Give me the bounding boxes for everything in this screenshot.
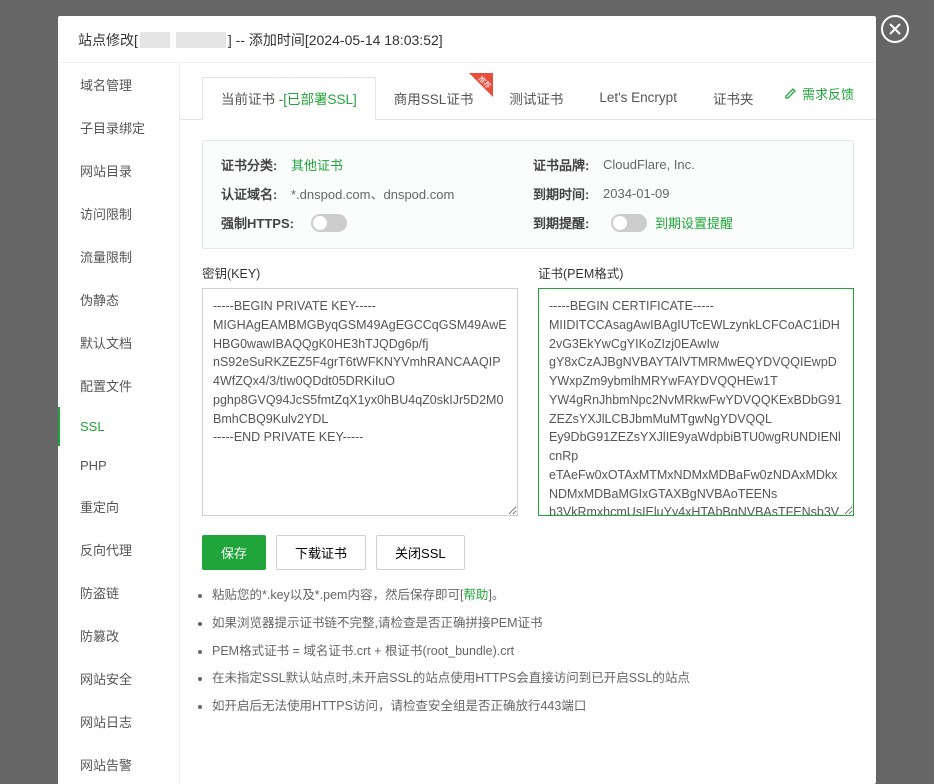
sidebar-item-6[interactable]: 默认文档 (58, 321, 179, 364)
sidebar-item-14[interactable]: 网站安全 (58, 657, 179, 700)
note-item: 粘贴您的*.key以及*.pem内容，然后保存即可[帮助]。 (212, 586, 854, 605)
cert-domain-value: *.dnspod.com、dnspod.com (291, 184, 454, 203)
sidebar-item-9[interactable]: PHP (58, 446, 179, 485)
help-link[interactable]: 帮助 (463, 588, 488, 602)
note-item: 如开启后无法使用HTTPS访问，请检查安全组是否正确放行443端口 (212, 697, 854, 716)
cert-type-value: 其他证书 (291, 155, 343, 174)
sidebar-item-4[interactable]: 流量限制 (58, 235, 179, 278)
cert-type-label: 证书分类: (221, 155, 291, 174)
site-edit-modal: 站点修改[ x x ] -- 添加时间[2024-05-14 18:03:52]… (58, 16, 876, 784)
expire-remind-label: 到期提醒: (533, 213, 603, 232)
recommend-badge-icon: 推荐 (469, 73, 493, 97)
download-cert-button[interactable]: 下载证书 (276, 535, 366, 570)
feedback-link[interactable]: 需求反馈 (784, 84, 854, 113)
sidebar-item-8[interactable]: SSL (58, 407, 179, 446)
feedback-label: 需求反馈 (802, 84, 854, 103)
title-prefix: 站点修改[ (78, 30, 138, 50)
cert-label: 证书(PEM格式) (538, 263, 854, 282)
cert-expire-value: 2034-01-09 (603, 186, 670, 201)
modal-title: 站点修改[ x x ] -- 添加时间[2024-05-14 18:03:52] (58, 16, 876, 63)
note-item: 如果浏览器提示证书链不完整,请检查是否正确拼接PEM证书 (212, 614, 854, 633)
save-button[interactable]: 保存 (202, 535, 266, 570)
cert-brand-value: CloudFlare, Inc. (603, 157, 695, 172)
redacted-site: x (140, 32, 170, 48)
content: 当前证书 -[已部署SSL] 商用SSL证书 推荐 测试证书 Let's Enc… (180, 63, 876, 784)
cert-info-panel: 证书分类: 其他证书 证书品牌: CloudFlare, Inc. 认证域名: … (202, 140, 854, 249)
sidebar-item-5[interactable]: 伪静态 (58, 278, 179, 321)
sidebar-item-7[interactable]: 配置文件 (58, 364, 179, 407)
note-item: 在未指定SSL默认站点时,未开启SSL的站点使用HTTPS会直接访问到已开启SS… (212, 669, 854, 688)
sidebar: 域名管理子目录绑定网站目录访问限制流量限制伪静态默认文档配置文件SSLPHP重定… (58, 63, 180, 784)
tab-label: 商用SSL证书 (394, 92, 474, 107)
sidebar-item-2[interactable]: 网站目录 (58, 149, 179, 192)
tab-letsencrypt[interactable]: Let's Encrypt (581, 80, 695, 116)
sidebar-item-0[interactable]: 域名管理 (58, 63, 179, 106)
tab-test-cert[interactable]: 测试证书 (491, 78, 581, 119)
sidebar-item-3[interactable]: 访问限制 (58, 192, 179, 235)
cert-expire-label: 到期时间: (533, 184, 603, 203)
close-icon[interactable] (880, 14, 910, 44)
tab-bar: 当前证书 -[已部署SSL] 商用SSL证书 推荐 测试证书 Let's Enc… (180, 63, 876, 120)
sidebar-item-13[interactable]: 防篡改 (58, 614, 179, 657)
sidebar-item-15[interactable]: 网站日志 (58, 700, 179, 743)
sidebar-item-12[interactable]: 防盗链 (58, 571, 179, 614)
tab-label: 当前证书 (221, 92, 275, 107)
force-https-toggle[interactable] (311, 214, 347, 232)
force-https-label: 强制HTTPS: (221, 213, 303, 232)
note-item: PEM格式证书 = 域名证书.crt + 根证书(root_bundle).cr… (212, 642, 854, 661)
certificate-input[interactable] (538, 288, 854, 516)
key-label: 密钥(KEY) (202, 263, 518, 282)
private-key-input[interactable] (202, 288, 518, 516)
edit-icon (784, 86, 798, 100)
tab-status: [已部署SSL] (283, 92, 357, 107)
sidebar-item-10[interactable]: 重定向 (58, 485, 179, 528)
cert-domain-label: 认证域名: (221, 184, 291, 203)
help-notes: 粘贴您的*.key以及*.pem内容，然后保存即可[帮助]。 如果浏览器提示证书… (180, 576, 876, 745)
expire-remind-link[interactable]: 到期设置提醒 (655, 213, 733, 232)
sidebar-item-16[interactable]: 网站告警 (58, 743, 179, 784)
close-ssl-button[interactable]: 关闭SSL (376, 535, 465, 570)
tab-commercial-ssl[interactable]: 商用SSL证书 推荐 (376, 78, 492, 119)
sidebar-item-1[interactable]: 子目录绑定 (58, 106, 179, 149)
cert-brand-label: 证书品牌: (533, 155, 603, 174)
title-suffix: ] -- 添加时间[2024-05-14 18:03:52] (228, 30, 443, 50)
tab-current-cert[interactable]: 当前证书 -[已部署SSL] (202, 77, 376, 120)
sidebar-item-11[interactable]: 反向代理 (58, 528, 179, 571)
expire-remind-toggle[interactable] (611, 214, 647, 232)
redacted-site-2: x (176, 32, 226, 48)
tab-cert-folder[interactable]: 证书夹 (695, 78, 772, 119)
